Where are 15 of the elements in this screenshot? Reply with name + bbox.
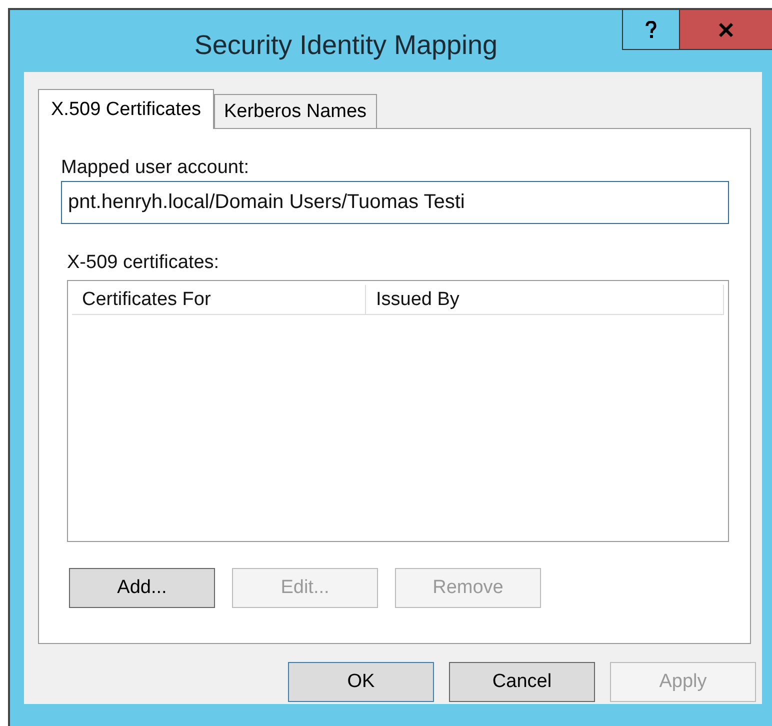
list-action-button[interactable]: Add... [69,568,215,608]
field-label: Mapped user account: [61,157,250,180]
tab[interactable]: X.509 Certificates [38,89,214,129]
dialog-button[interactable]: Cancel [449,662,595,702]
mapped-account-field[interactable]: pnt.henryh.local/Domain Users/Tuomas Testi [61,181,729,224]
column-header[interactable]: Certificates For [72,285,366,315]
column-header[interactable]: Issued By [366,285,724,315]
list-label: X-509 certificates: [67,252,220,275]
close-icon [718,22,734,36]
window-title: Security Identity Mapping [193,29,499,61]
help-icon [645,20,657,38]
tab[interactable]: Kerberos Names [214,94,377,128]
help-button[interactable] [622,10,680,50]
dialog-button[interactable]: OK [288,662,434,702]
close-button[interactable] [680,10,772,50]
